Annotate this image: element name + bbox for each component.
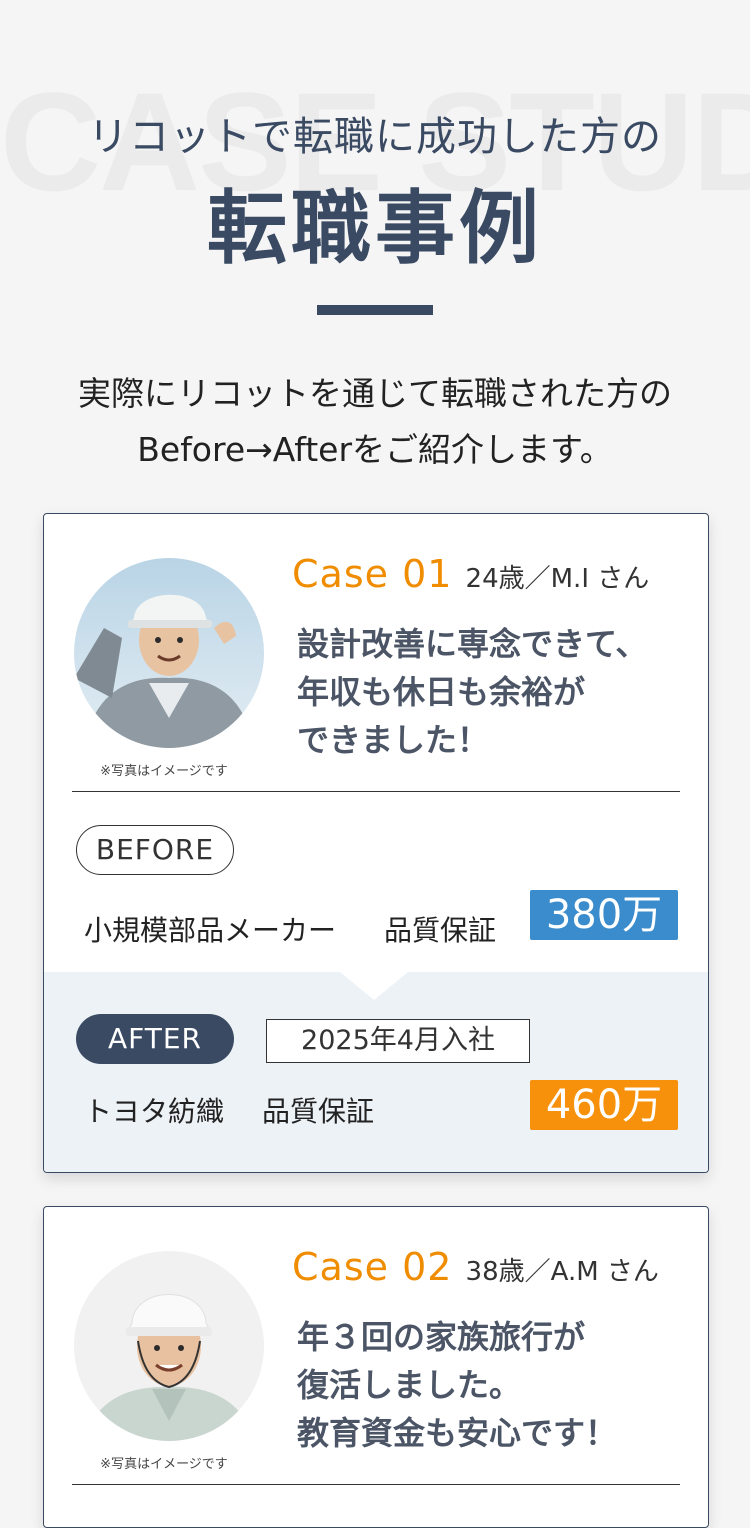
headline-line: 年３回の家族旅行が: [297, 1318, 586, 1356]
worker-photo-illustration: [74, 1251, 264, 1441]
case-card-02: ※写真はイメージです Case 02 38歳／A.M さん 年３回の家族旅行が …: [43, 1206, 709, 1528]
after-badge: AFTER: [76, 1014, 234, 1064]
case-headline: 設計改善に専念できて、 年収も休日も余裕が できました！: [297, 620, 687, 764]
headline-line: 設計改善に専念できて、: [297, 625, 648, 663]
photo-disclaimer: ※写真はイメージです: [100, 764, 228, 779]
intro-line-1: 実際にリコットを通じて転職された方の: [78, 374, 672, 413]
before-role: 品質保証: [384, 914, 497, 947]
case-02-photo: [74, 1251, 264, 1441]
case-header: Case 01 24歳／M.I さん: [292, 552, 649, 596]
intro-line-2: Before→Afterをご紹介します。: [137, 430, 613, 469]
after-salary: 460万: [530, 1080, 678, 1130]
before-salary: 380万: [530, 890, 678, 940]
case-study-section: CASE STUDY リコットで転職に成功した方の 転職事例 実際にリコットを通…: [0, 0, 750, 1528]
before-company: 小規模部品メーカー: [84, 914, 337, 947]
section-intro: 実際にリコットを通じて転職された方の Before→Afterをご紹介します。: [0, 366, 750, 478]
case-number: Case 02: [292, 1245, 453, 1289]
after-section: AFTER 2025年4月入社 トヨタ紡織 品質保証 460万: [44, 972, 708, 1172]
headline-line: できました！: [297, 721, 490, 759]
card-divider: [72, 1484, 680, 1485]
before-badge: BEFORE: [76, 825, 234, 875]
worker-photo-illustration: [74, 558, 264, 748]
headline-line: 年収も休日も余裕が: [297, 673, 586, 711]
case-header: Case 02 38歳／A.M さん: [292, 1245, 659, 1289]
case-headline: 年３回の家族旅行が 復活しました。 教育資金も安心です！: [297, 1313, 687, 1457]
headline-line: 教育資金も安心です！: [297, 1414, 618, 1452]
section-subtitle: リコットで転職に成功した方の: [88, 114, 662, 160]
after-company: トヨタ紡織: [84, 1095, 225, 1128]
before-section: BEFORE 小規模部品メーカー 品質保証 380万: [44, 792, 708, 972]
case-person: 24歳／M.I さん: [465, 564, 650, 594]
case-person: 38歳／A.M さん: [465, 1257, 659, 1287]
headline-line: 復活しました。: [297, 1366, 522, 1404]
title-underline: [317, 305, 433, 315]
photo-disclaimer: ※写真はイメージです: [100, 1457, 228, 1472]
section-pointer-arrow: [340, 972, 408, 1000]
join-date: 2025年4月入社: [266, 1019, 530, 1063]
section-title: 転職事例: [207, 182, 543, 275]
after-role: 品質保証: [262, 1095, 375, 1128]
case-01-photo: [74, 558, 264, 748]
case-card-01: ※写真はイメージです Case 01 24歳／M.I さん 設計改善に専念できて…: [43, 513, 709, 1173]
case-number: Case 01: [292, 552, 453, 596]
